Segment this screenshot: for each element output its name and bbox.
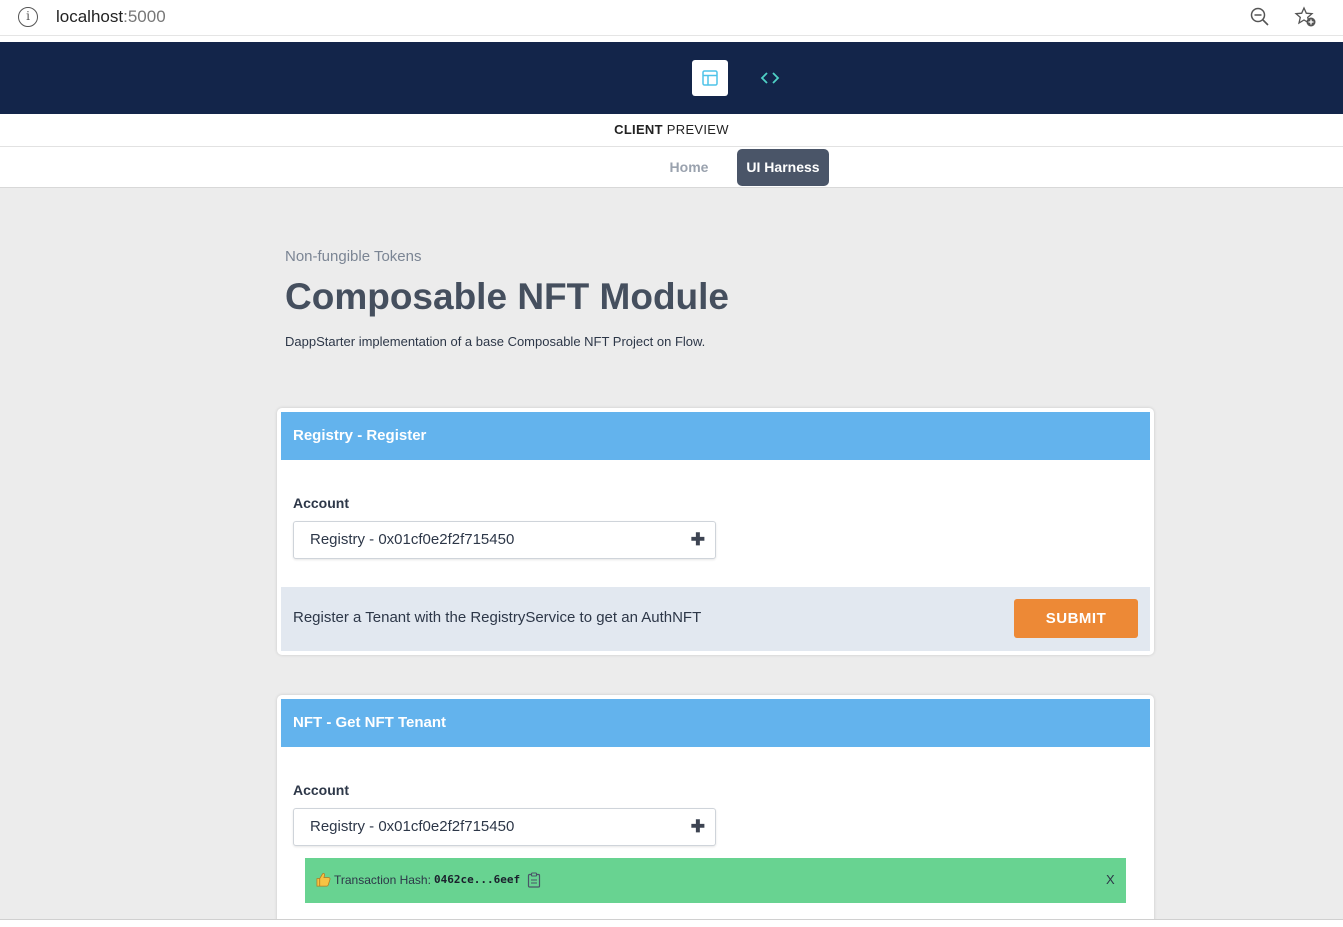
code-icon bbox=[760, 72, 780, 84]
url-field[interactable]: localhost:5000 bbox=[56, 7, 166, 27]
browser-address-bar: i localhost:5000 bbox=[0, 0, 1343, 36]
account-value: Registry - 0x01cf0e2f2f715450 bbox=[310, 818, 515, 835]
add-favorite-icon[interactable] bbox=[1293, 5, 1317, 29]
preview-rest: PREVIEW bbox=[666, 122, 729, 137]
page-description: DappStarter implementation of a base Com… bbox=[285, 334, 706, 349]
nft-get-tenant-card: NFT - Get NFT Tenant Account Registry - … bbox=[277, 695, 1154, 927]
url-host: localhost bbox=[56, 7, 124, 26]
page-eyebrow: Non-fungible Tokens bbox=[285, 248, 422, 265]
card-title: NFT - Get NFT Tenant bbox=[281, 699, 1150, 747]
close-alert-button[interactable]: X bbox=[1106, 872, 1115, 887]
copy-clipboard-icon[interactable] bbox=[527, 872, 542, 888]
preview-strong: CLIENT bbox=[614, 122, 663, 137]
account-select[interactable]: Registry - 0x01cf0e2f2f715450 ✚ bbox=[293, 521, 716, 559]
transaction-hash-label: Transaction Hash: bbox=[334, 873, 431, 887]
thumbs-up-icon bbox=[316, 873, 331, 887]
zoom-out-icon[interactable] bbox=[1249, 6, 1271, 28]
layout-view-button[interactable] bbox=[692, 60, 728, 96]
account-label: Account bbox=[293, 782, 349, 798]
url-port: :5000 bbox=[123, 7, 166, 26]
info-icon[interactable]: i bbox=[18, 7, 38, 27]
plus-icon[interactable]: ✚ bbox=[691, 522, 705, 558]
action-description: Register a Tenant with the RegistryServi… bbox=[293, 609, 702, 626]
submit-button[interactable]: SUBMIT bbox=[1014, 599, 1138, 638]
client-preview-label: CLIENT PREVIEW bbox=[0, 114, 1343, 147]
plus-icon[interactable]: ✚ bbox=[691, 809, 705, 845]
nav-tab-ui-harness[interactable]: UI Harness bbox=[737, 149, 829, 186]
code-view-button[interactable] bbox=[752, 60, 788, 96]
account-value: Registry - 0x01cf0e2f2f715450 bbox=[310, 531, 515, 548]
app-header bbox=[0, 42, 1343, 114]
transaction-alert: Transaction Hash: 0462ce...6eef X bbox=[305, 858, 1126, 903]
nav-tab-home[interactable]: Home bbox=[656, 150, 722, 185]
registry-register-card: Registry - Register Account Registry - 0… bbox=[277, 408, 1154, 655]
layout-icon bbox=[702, 70, 718, 86]
card-title: Registry - Register bbox=[281, 412, 1150, 460]
action-bar: Register a Tenant with the RegistryServi… bbox=[281, 587, 1150, 651]
account-select[interactable]: Registry - 0x01cf0e2f2f715450 ✚ bbox=[293, 808, 716, 846]
main-content: Non-fungible Tokens Composable NFT Modul… bbox=[0, 188, 1343, 927]
bottom-border bbox=[0, 919, 1343, 927]
nav-bar: Home UI Harness bbox=[0, 147, 1343, 188]
account-label: Account bbox=[293, 495, 349, 511]
transaction-hash-value: 0462ce...6eef bbox=[434, 873, 521, 886]
page-title: Composable NFT Module bbox=[285, 276, 729, 317]
